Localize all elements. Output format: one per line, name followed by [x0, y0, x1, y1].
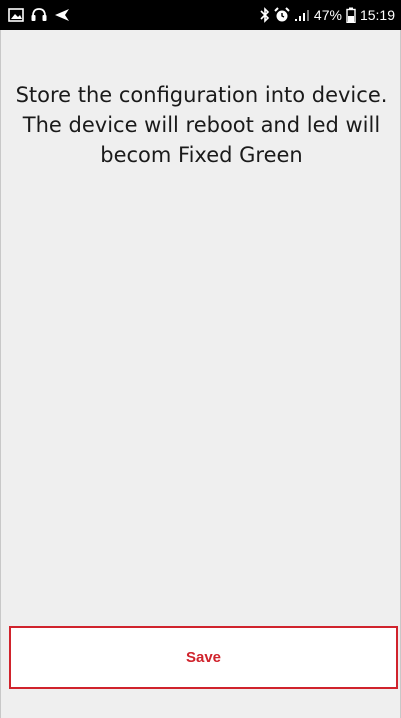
battery-icon: [346, 7, 356, 23]
message-line: becom Fixed Green: [100, 143, 303, 167]
alarm-icon: [274, 7, 290, 23]
instruction-message: Store the configuration into device. The…: [1, 80, 401, 170]
clock: 15:19: [359, 7, 395, 23]
save-button[interactable]: Save: [9, 626, 398, 689]
signal-icon: [294, 8, 310, 22]
bluetooth-icon: [260, 7, 270, 23]
save-button-label: Save: [185, 649, 222, 666]
message-line: Store the configuration into device.: [15, 83, 388, 107]
status-bar: 47% 15:19: [0, 0, 401, 30]
message-line: The device will reboot and led will: [22, 113, 381, 137]
battery-percent: 47%: [313, 7, 342, 23]
status-bar-left: [8, 7, 70, 23]
headset-notification-icon: [30, 7, 48, 23]
send-notification-icon: [54, 8, 70, 22]
app-screen: Store the configuration into device. The…: [0, 30, 401, 718]
status-bar-right: 47% 15:19: [260, 7, 395, 23]
image-notification-icon: [8, 8, 24, 22]
